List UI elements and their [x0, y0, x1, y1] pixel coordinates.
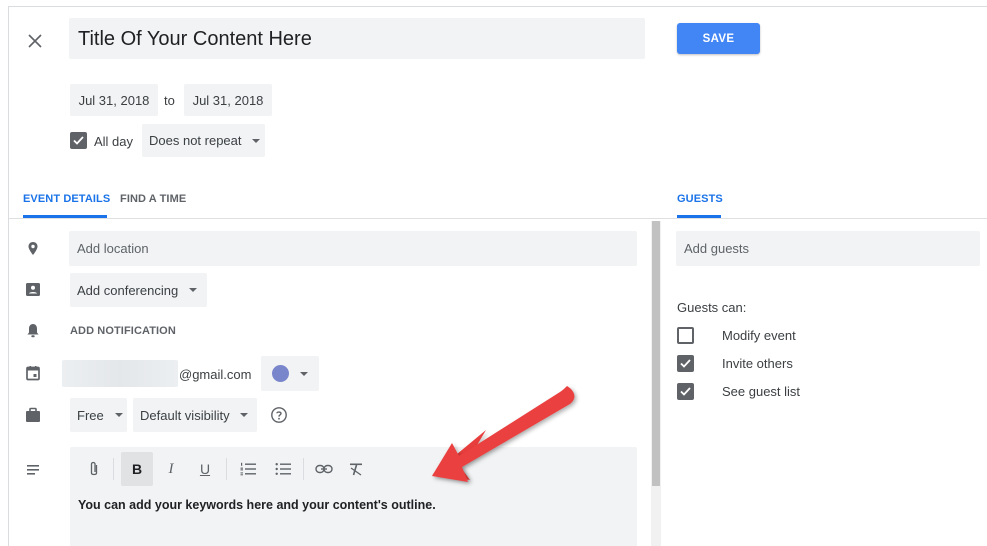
repeat-dropdown[interactable]: Does not repeat [142, 124, 265, 157]
all-day-checkbox[interactable] [70, 132, 87, 149]
bold-button[interactable]: B [121, 452, 153, 486]
checkmark-icon [680, 359, 691, 368]
tab-find-a-time[interactable]: FIND A TIME [120, 193, 186, 205]
modify-event-checkbox[interactable] [677, 327, 694, 344]
add-guests-input[interactable]: Add guests [676, 231, 980, 266]
title-input[interactable]: Title Of Your Content Here [69, 18, 645, 59]
see-guest-list-label: See guest list [722, 384, 801, 399]
tabs-divider [9, 218, 987, 219]
window-left-border [8, 6, 9, 546]
tab-event-details[interactable]: EVENT DETAILS [23, 193, 110, 205]
guests-can-label: Guests can: [677, 300, 747, 315]
dropdown-arrow-icon [251, 138, 260, 143]
bell-icon [27, 324, 39, 338]
calendar-email: @gmail.com [179, 367, 252, 382]
close-icon [28, 34, 42, 48]
toolbar-separator [113, 458, 114, 480]
dropdown-arrow-icon [189, 288, 198, 292]
scrollbar-thumb[interactable] [652, 221, 660, 486]
dropdown-arrow-icon [299, 371, 308, 376]
start-date-field[interactable]: Jul 31, 2018 [70, 84, 158, 116]
redacted-email-blur [62, 360, 178, 387]
visibility-value: Default visibility [140, 407, 230, 423]
bold-icon: B [131, 461, 143, 477]
briefcase-icon [26, 407, 40, 422]
all-day-label: All day [94, 134, 134, 149]
dropdown-arrow-icon [239, 413, 248, 417]
toolbar-separator [226, 458, 227, 480]
numbered-list-icon [240, 462, 256, 476]
link-button[interactable] [311, 452, 337, 486]
checkmark-icon [73, 136, 84, 145]
close-button[interactable] [20, 26, 50, 56]
description-icon [27, 465, 39, 475]
link-icon [315, 464, 333, 474]
description-text: You can add your keywords here and your … [78, 498, 436, 512]
tab-guests[interactable]: GUESTS [677, 193, 723, 205]
window-top-border [8, 6, 987, 7]
toolbar-separator [303, 458, 304, 480]
attachment-icon [90, 461, 98, 476]
title-text: Title Of Your Content Here [78, 28, 312, 50]
numbered-list-button[interactable] [235, 452, 261, 486]
conferencing-icon [26, 283, 40, 296]
date-to-label: to [164, 93, 175, 108]
add-notification-link[interactable]: ADD NOTIFICATION [70, 325, 176, 337]
clear-format-icon [350, 463, 362, 476]
attachment-button[interactable] [81, 452, 107, 486]
location-input[interactable]: Add location [69, 231, 637, 266]
modify-event-label: Modify event [722, 328, 796, 343]
underline-button[interactable]: U [192, 452, 218, 486]
invite-others-checkbox[interactable] [677, 355, 694, 372]
location-placeholder: Add location [77, 241, 149, 256]
location-pin-icon [28, 242, 38, 255]
end-date-field[interactable]: Jul 31, 2018 [184, 84, 272, 116]
availability-value: Free [77, 407, 104, 423]
checkmark-icon [680, 387, 691, 396]
event-color-swatch [271, 365, 289, 382]
italic-icon: I [168, 460, 174, 477]
conferencing-dropdown[interactable]: Add conferencing [70, 273, 207, 307]
italic-button[interactable]: I [158, 452, 184, 486]
save-button[interactable]: SAVE [677, 23, 760, 54]
add-guests-placeholder: Add guests [684, 241, 750, 256]
visibility-dropdown[interactable]: Default visibility [133, 398, 257, 432]
bulleted-list-button[interactable] [270, 452, 296, 486]
conferencing-value: Add conferencing [77, 282, 179, 298]
underline-icon: U [199, 461, 211, 477]
see-guest-list-checkbox[interactable] [677, 383, 694, 400]
help-icon[interactable] [270, 406, 288, 424]
dropdown-arrow-icon [114, 413, 123, 417]
calendar-icon [26, 366, 40, 381]
event-color-dropdown[interactable] [261, 356, 319, 391]
clear-format-button[interactable] [343, 452, 369, 486]
repeat-value: Does not repeat [149, 133, 242, 148]
invite-others-label: Invite others [722, 356, 793, 371]
availability-dropdown[interactable]: Free [70, 398, 127, 432]
bulleted-list-icon [275, 463, 291, 475]
